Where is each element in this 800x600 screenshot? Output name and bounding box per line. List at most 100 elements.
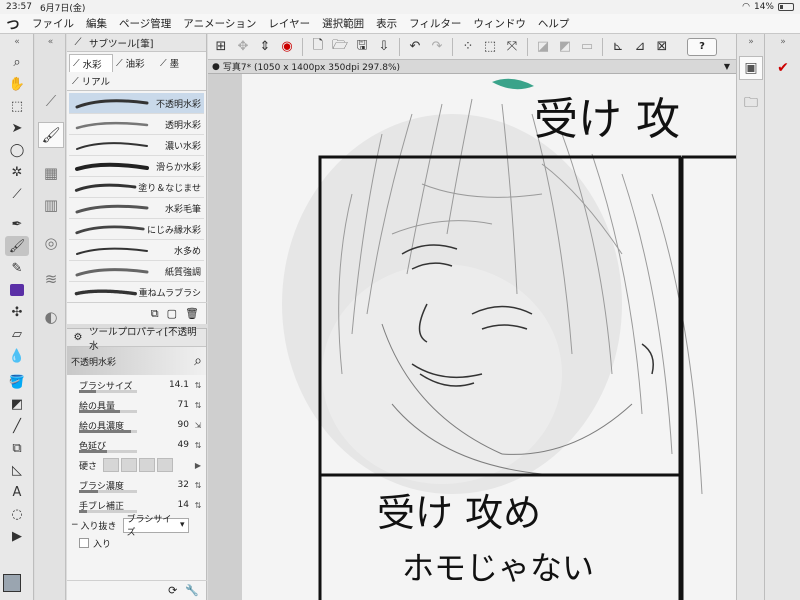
figure-tool-icon[interactable]: ╱ [5, 416, 29, 436]
reset-icon[interactable]: ⟳ [168, 584, 177, 597]
film-icon[interactable]: ▥ [38, 192, 64, 218]
fill-selection-icon[interactable]: ◩ [555, 37, 575, 57]
canvas-paper[interactable]: 受け 攻 受け 攻め ホモじゃない [242, 74, 736, 600]
entry-exit-select[interactable]: ブラシサイズ ▾ [122, 515, 189, 538]
list-item[interactable]: 滑らか水彩 [69, 156, 204, 177]
collapse-right-icon[interactable]: » [737, 36, 765, 48]
menu-view[interactable]: 表示 [370, 16, 403, 31]
slider[interactable] [79, 390, 137, 393]
menu-edit[interactable]: 編集 [80, 16, 113, 31]
menu-animation[interactable]: アニメーション [177, 16, 262, 31]
menu-window[interactable]: ウィンドウ [467, 16, 532, 31]
new-subtool-icon[interactable]: ▢ [167, 307, 177, 320]
watercolor-group-icon[interactable]: 🖌 [38, 122, 64, 148]
grid-icon[interactable]: ⊞ [211, 37, 231, 57]
collapse-far-right-icon[interactable]: » [765, 36, 800, 48]
undo-icon[interactable]: ↶ [405, 37, 425, 57]
layer-property-icon[interactable]: ✔ [771, 56, 795, 80]
pressure-icon[interactable]: ⇅ [193, 499, 203, 511]
close-icon[interactable]: ● [212, 62, 220, 72]
list-item[interactable]: 不透明水彩 [69, 93, 204, 114]
pen-tool-icon[interactable]: ✒ [5, 214, 29, 234]
prop-color-stretch[interactable]: 色延び 49 ⇅ [67, 435, 206, 455]
navigator-panel-icon[interactable]: ▣ [739, 56, 763, 80]
pressure-icon[interactable]: ⇅ [193, 379, 203, 391]
text-tool-icon[interactable]: A [5, 482, 29, 502]
new-file-icon[interactable]: 🗋 [308, 37, 328, 57]
invert-selection-icon[interactable]: ⬚ [480, 37, 500, 57]
export-icon[interactable]: ⇩ [374, 37, 394, 57]
prop-brush-size[interactable]: ブラシサイズ 14.1 ⇅ [67, 375, 206, 395]
prop-paint-density[interactable]: 絵の具濃度 90 ⇲ [67, 415, 206, 435]
clear-icon[interactable]: ◪ [533, 37, 553, 57]
up-down-icon[interactable]: ⇕ [255, 37, 275, 57]
magic-wand-icon[interactable]: ✲ [5, 162, 29, 182]
fill-tool-icon[interactable]: 🪣 [5, 372, 29, 392]
minus-icon[interactable]: − [71, 520, 79, 530]
menu-file[interactable]: ファイル [26, 16, 80, 31]
snap-ruler-icon[interactable]: ⊾ [608, 37, 628, 57]
balloon-tool-icon[interactable]: ◌ [5, 504, 29, 524]
layer-stack-icon[interactable]: ≋ [38, 266, 64, 292]
object-tool-icon[interactable]: ➤ [5, 118, 29, 138]
collapse-subtool-icon[interactable]: « [35, 36, 66, 48]
eraser-icon[interactable]: ▱ [5, 324, 29, 344]
list-item[interactable]: 透明水彩 [69, 114, 204, 135]
color-wheel-icon[interactable]: ◐ [38, 304, 64, 330]
pressure-icon[interactable]: ⇅ [193, 479, 203, 491]
scale-icon[interactable]: ⤧ [502, 37, 522, 57]
gradient-tool-icon[interactable]: ◩ [5, 394, 29, 414]
move-layer-icon[interactable]: ⬚ [5, 96, 29, 116]
tab-ink[interactable]: ⟋ 墨 [157, 54, 201, 72]
pencil-tool-icon[interactable]: ✎ [5, 258, 29, 278]
decoration-tool-icon[interactable]: ✣ [5, 302, 29, 322]
list-item[interactable]: 重ねムラブラシ [69, 282, 204, 303]
canvas-area[interactable]: 受け 攻 受け 攻め ホモじゃない [208, 74, 736, 600]
hardness-selector[interactable] [103, 458, 174, 472]
hand-tool-icon[interactable]: ✋ [5, 74, 29, 94]
list-item[interactable]: 紙質強調 [69, 261, 204, 282]
tab-watercolor[interactable]: ⟋ 水彩 [69, 54, 113, 72]
deselect-icon[interactable]: ⁘ [458, 37, 478, 57]
material-folder-icon[interactable]: 🗀 [739, 92, 763, 116]
save-icon[interactable]: 🖫 [352, 37, 372, 57]
brush-tool-icon[interactable]: 🖌 [5, 236, 29, 256]
document-tab[interactable]: ● 写真7* (1050 x 1400px 350dpi 297.8%) ▼ [208, 60, 736, 74]
menu-page[interactable]: ページ管理 [113, 16, 177, 31]
prop-paint-amount[interactable]: 絵の具量 71 ⇅ [67, 395, 206, 415]
expand-icon[interactable]: ▶ [193, 459, 203, 471]
entry-checkbox[interactable] [79, 538, 89, 548]
menu-help[interactable]: ヘルプ [532, 16, 576, 31]
list-item[interactable]: 水彩毛筆 [69, 198, 204, 219]
main-color-swatch[interactable] [3, 574, 21, 592]
record-icon[interactable]: ◉ [277, 37, 297, 57]
collapse-left-icon[interactable]: « [0, 36, 34, 48]
tab-real[interactable]: ⟋ リアル [69, 72, 113, 90]
correct-line-icon[interactable]: ▶ [5, 526, 29, 546]
search-icon[interactable]: ⌕ [194, 353, 202, 369]
snap-grid-icon[interactable]: ⊠ [652, 37, 672, 57]
slider[interactable] [79, 510, 137, 513]
snap-special-ruler-icon[interactable]: ⊿ [630, 37, 650, 57]
delete-subtool-icon[interactable]: 🗑 [185, 307, 199, 320]
help-button[interactable]: ? [687, 37, 717, 56]
outline-icon[interactable]: ▭ [577, 37, 597, 57]
list-item[interactable]: 水多め [69, 240, 204, 261]
lasso-icon[interactable]: ◯ [5, 140, 29, 160]
wrench-icon[interactable]: 🔧 [185, 584, 199, 597]
open-folder-icon[interactable]: 🗁 [330, 37, 350, 57]
copy-subtool-icon[interactable]: ⧉ [151, 307, 159, 321]
prop-stabilization[interactable]: 手ブレ補正 14 ⇅ [67, 495, 206, 515]
tab-oil[interactable]: ⟋ 油彩 [113, 54, 157, 72]
app-logo-icon[interactable]: つ [0, 14, 26, 34]
ruler-tool-icon[interactable]: ◺ [5, 460, 29, 480]
menu-selection[interactable]: 選択範囲 [316, 16, 370, 31]
slider[interactable] [79, 450, 137, 453]
color-set-icon[interactable]: ▦ [38, 160, 64, 186]
pressure-icon[interactable]: ⇲ [193, 419, 203, 431]
redo-icon[interactable]: ↷ [427, 37, 447, 57]
frame-tool-icon[interactable]: ⧉ [5, 438, 29, 458]
list-item[interactable]: にじみ縁水彩 [69, 219, 204, 240]
list-item[interactable]: 濃い水彩 [69, 135, 204, 156]
brush-group-icon[interactable]: ⟋ [38, 88, 64, 114]
